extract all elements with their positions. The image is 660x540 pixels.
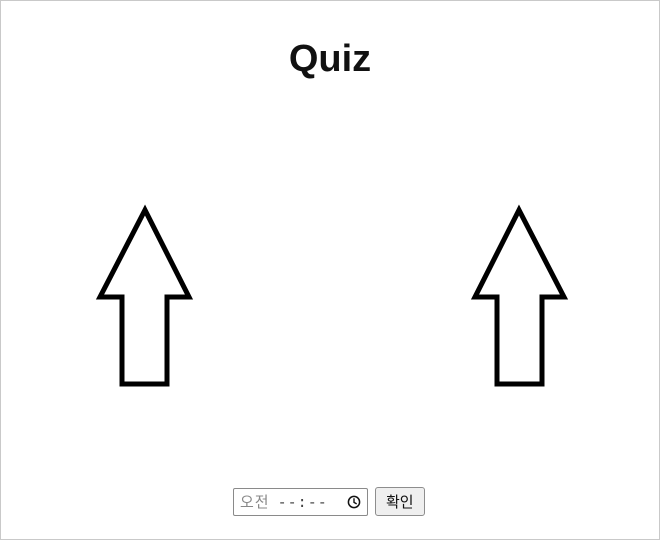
time-ampm-field[interactable]: 오전: [240, 491, 270, 512]
right-up-arrow-icon: [470, 204, 569, 387]
time-value-field[interactable]: --:--: [278, 493, 328, 511]
page-title: Quiz: [288, 38, 372, 80]
left-up-arrow-icon: [95, 204, 194, 387]
time-input[interactable]: 오전 --:--: [233, 487, 368, 516]
page-frame: Quiz 오전 --:-- 확인: [0, 0, 660, 540]
answer-controls: 오전 --:-- 확인: [233, 487, 425, 516]
confirm-button[interactable]: 확인: [375, 487, 425, 516]
clock-icon[interactable]: [347, 495, 361, 509]
